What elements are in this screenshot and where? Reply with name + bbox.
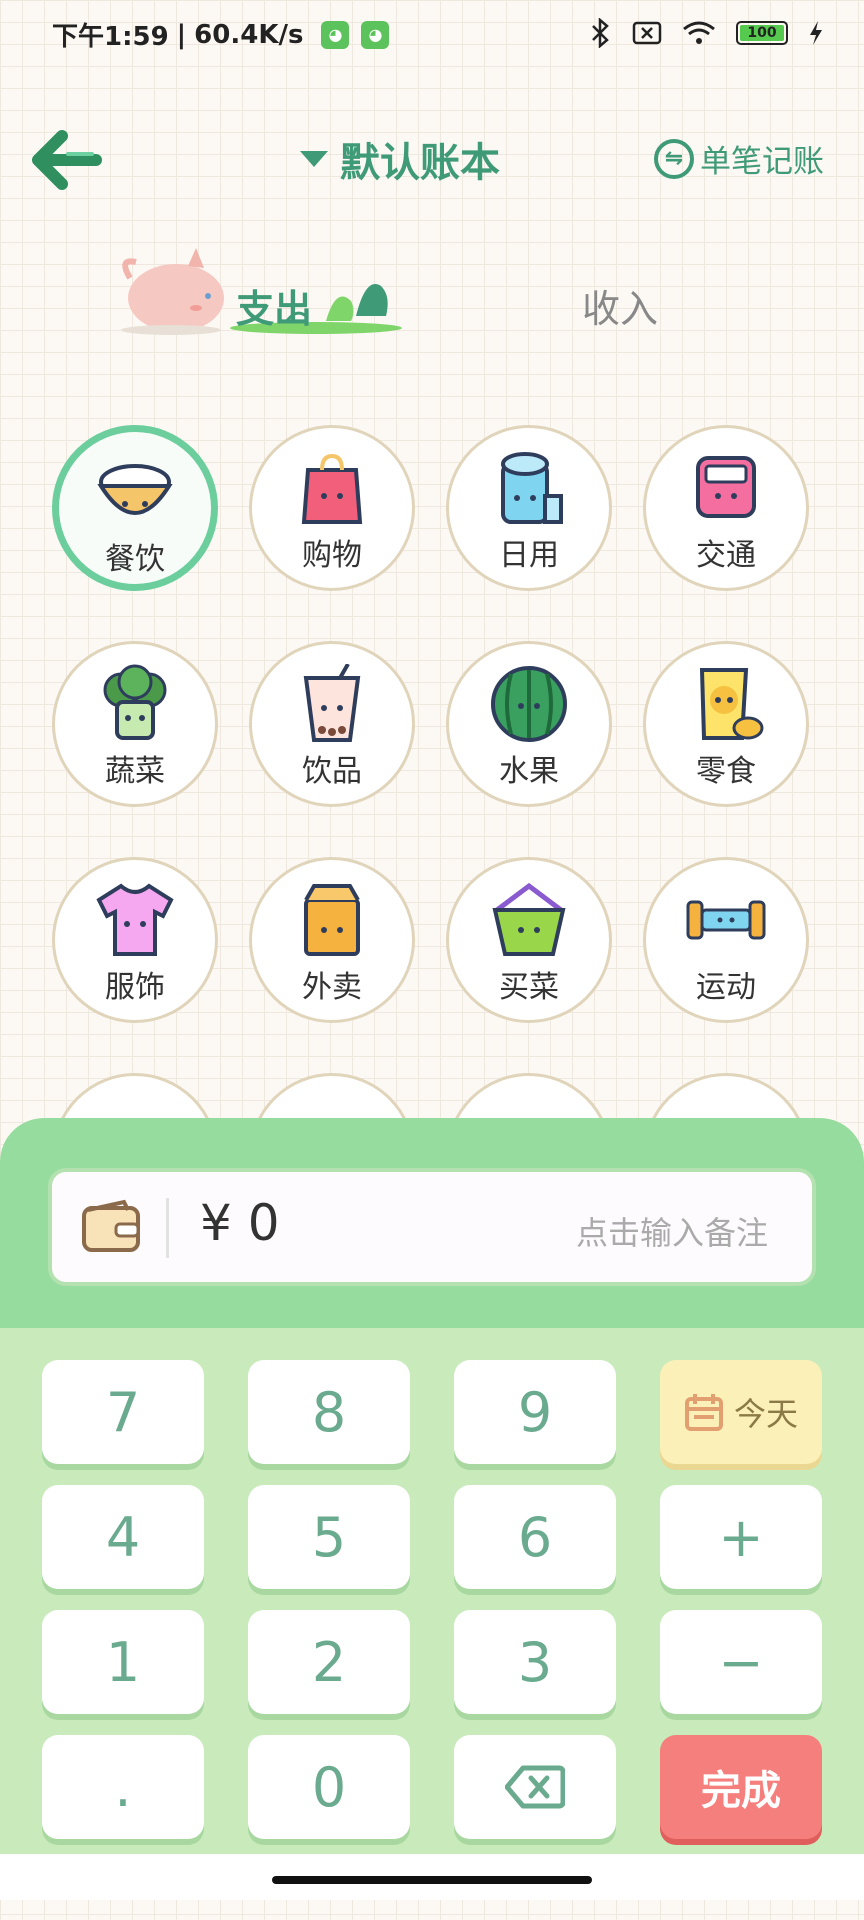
category-sports[interactable]: 运动 — [643, 857, 809, 1023]
network-speed: 60.4K/s — [194, 19, 304, 50]
today-button[interactable]: 今天 — [660, 1360, 822, 1464]
today-label: 今天 — [733, 1395, 798, 1433]
key-6[interactable]: 6 — [454, 1485, 616, 1589]
status-bar: 下午1:59 | 60.4K/s ◕ ◕ 100 — [0, 0, 864, 68]
home-indicator[interactable] — [272, 1876, 592, 1884]
ledger-title: 默认账本 — [340, 140, 500, 186]
tshirt-icon — [96, 883, 174, 956]
key-9[interactable]: 9 — [454, 1360, 616, 1464]
category-food[interactable]: 餐饮 — [52, 425, 218, 591]
category-transport[interactable]: 交通 — [643, 425, 809, 591]
category-shopping[interactable]: 购物 — [249, 425, 415, 591]
app-notification-icon: ◕ — [321, 20, 350, 49]
category-groceries[interactable]: 买菜 — [446, 857, 612, 1023]
pig-mascot-icon — [121, 248, 224, 335]
app-notification-icon: ◕ — [361, 20, 390, 49]
single-entry-button[interactable]: ⇋ 单笔记账 — [654, 136, 824, 181]
swap-icon: ⇋ — [654, 138, 694, 179]
wallet-icon[interactable] — [80, 1198, 142, 1256]
snack-bag-icon — [699, 668, 764, 740]
single-entry-label: 单笔记账 — [700, 144, 824, 180]
key-2[interactable]: 2 — [248, 1610, 410, 1714]
entry-panel: ¥ 0 点击输入备注 7 8 9 今天 4 5 6 + 1 2 3 − . 0 … — [0, 1118, 864, 1900]
tab-income[interactable]: 收入 — [582, 278, 658, 333]
header: 默认账本 ⇋ 单笔记账 — [0, 120, 864, 200]
key-8[interactable]: 8 — [248, 1360, 410, 1464]
bubble-tea-icon — [303, 664, 361, 742]
broccoli-icon — [103, 664, 167, 740]
category-drinks[interactable]: 饮品 — [249, 641, 415, 807]
key-3[interactable]: 3 — [454, 1610, 616, 1714]
basket-icon — [492, 882, 566, 956]
charging-icon — [810, 21, 822, 45]
category-clothing[interactable]: 服饰 — [52, 857, 218, 1023]
key-plus[interactable]: + — [660, 1485, 822, 1589]
key-7[interactable]: 7 — [42, 1360, 204, 1464]
bus-icon — [696, 456, 756, 518]
category-fruit[interactable]: 水果 — [446, 641, 612, 807]
takeout-box-icon — [304, 884, 360, 956]
back-arrow-icon[interactable] — [32, 130, 104, 190]
bluetooth-icon — [592, 18, 609, 48]
done-button[interactable]: 完成 — [660, 1735, 822, 1839]
amount-note-bar[interactable]: ¥ 0 点击输入备注 — [48, 1168, 816, 1286]
caret-down-icon — [300, 151, 328, 167]
key-dot[interactable]: . — [42, 1735, 204, 1839]
status-time: 下午1:59 — [52, 22, 169, 52]
key-5[interactable]: 5 — [248, 1485, 410, 1589]
watermelon-icon — [491, 666, 567, 742]
key-minus[interactable]: − — [660, 1610, 822, 1714]
backspace-icon — [505, 1765, 565, 1809]
backspace-button[interactable] — [454, 1735, 616, 1839]
rice-bowl-icon — [97, 464, 173, 515]
ledger-selector[interactable]: 默认账本 — [300, 130, 500, 188]
key-1[interactable]: 1 — [42, 1610, 204, 1714]
type-tabs: 支出 收入 — [0, 238, 864, 348]
calendar-icon — [684, 1394, 723, 1431]
shopping-bag-icon — [301, 453, 363, 524]
note-input[interactable]: 点击输入备注 — [576, 1208, 768, 1254]
category-vegetables[interactable]: 蔬菜 — [52, 641, 218, 807]
category-daily[interactable]: 日用 — [446, 425, 612, 591]
dumbbell-icon — [686, 900, 766, 940]
battery-icon: 100 — [736, 21, 788, 45]
key-4[interactable]: 4 — [42, 1485, 204, 1589]
key-0[interactable]: 0 — [248, 1735, 410, 1839]
amount-display: ¥ 0 — [200, 1194, 280, 1252]
category-snacks[interactable]: 零食 — [643, 641, 809, 807]
wifi-icon — [683, 21, 715, 44]
category-takeout[interactable]: 外卖 — [249, 857, 415, 1023]
tab-expense[interactable]: 支出 — [236, 278, 312, 333]
no-sim-icon — [632, 21, 662, 45]
toilet-paper-icon — [501, 452, 563, 524]
